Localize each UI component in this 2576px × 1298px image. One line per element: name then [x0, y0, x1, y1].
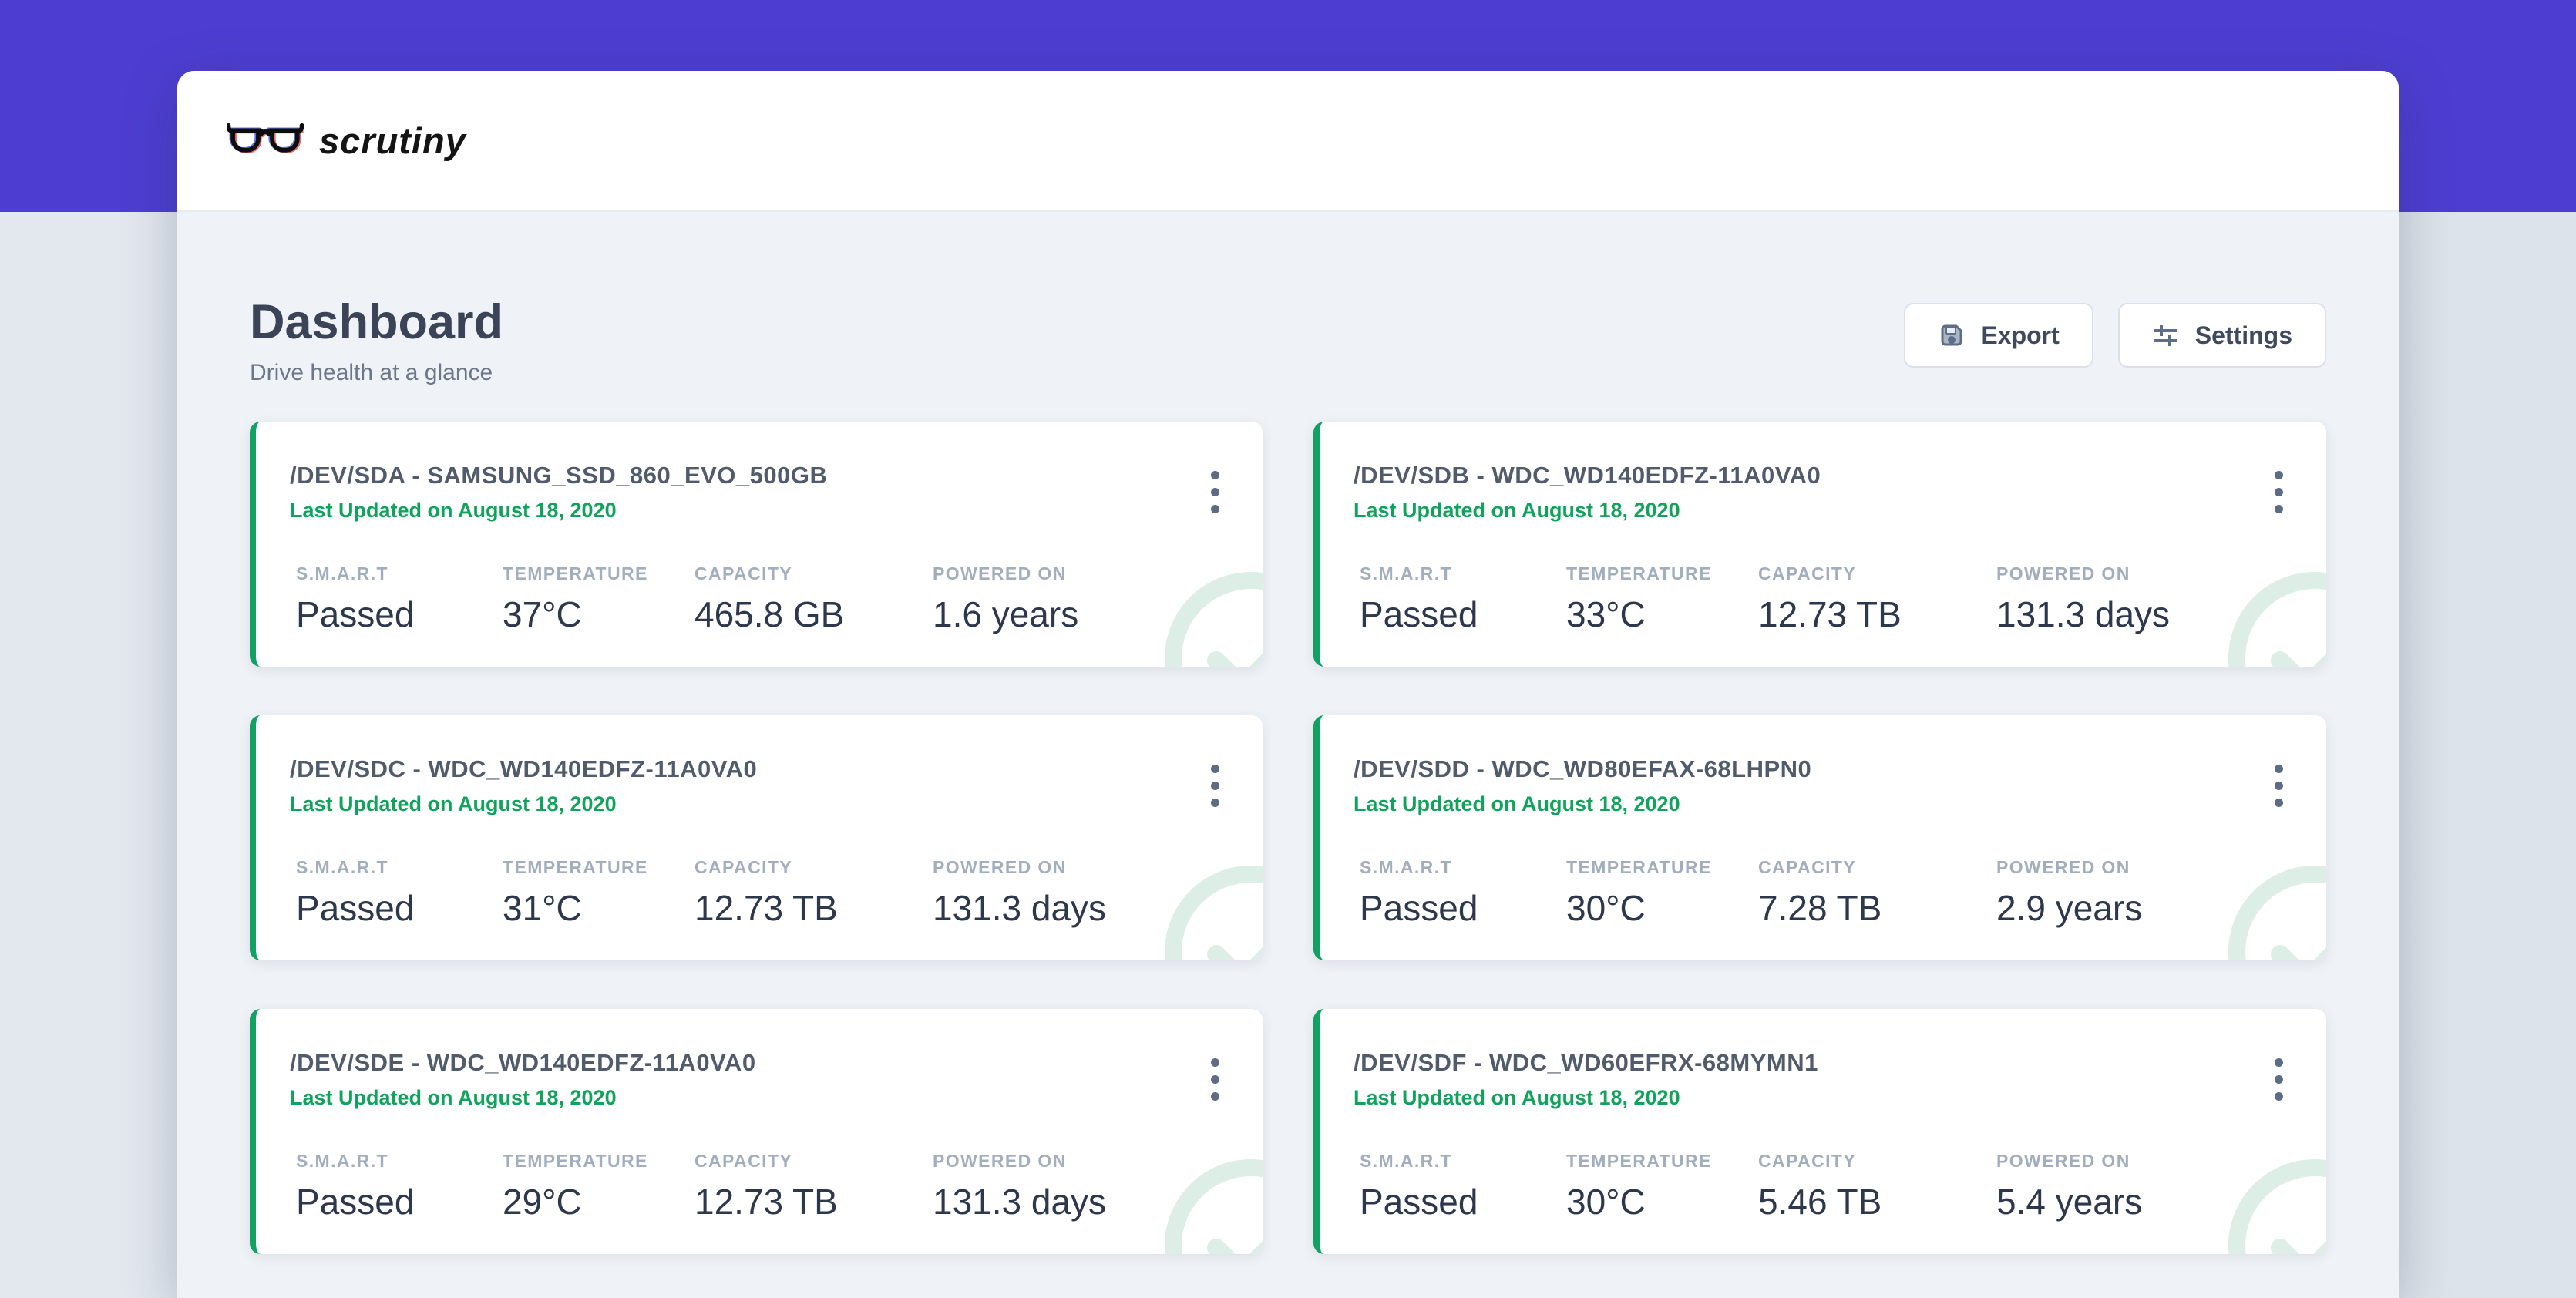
glasses-icon — [227, 121, 304, 160]
page-head-text: Dashboard Drive health at a glance — [250, 297, 503, 386]
drive-card-sdf[interactable]: /DEV/SDF - WDC_WD60EFRX-68MYMN1 Last Upd… — [1313, 1009, 2326, 1254]
page-subtitle: Drive health at a glance — [250, 360, 503, 386]
drive-card-sdb[interactable]: /DEV/SDB - WDC_WD140EDFZ-11A0VA0 Last Up… — [1313, 422, 2326, 667]
stat-powered-on: POWERED ON 131.3 days — [933, 857, 1263, 929]
scrutiny-app: scrutiny Dashboard Drive health at a gla… — [0, 0, 2576, 1298]
card-menu-button[interactable] — [2270, 466, 2288, 518]
stat-temperature: TEMPERATURE 30°C — [1566, 1151, 1758, 1222]
drive-last-updated: Last Updated on August 18, 2020 — [1320, 783, 2326, 816]
stat-temperature: TEMPERATURE 30°C — [1566, 857, 1758, 929]
stat-temperature: TEMPERATURE 29°C — [503, 1151, 694, 1222]
main-panel: scrutiny Dashboard Drive health at a gla… — [177, 71, 2399, 1298]
dashboard-content: Dashboard Drive health at a glance Expor… — [177, 212, 2399, 1254]
drive-last-updated: Last Updated on August 18, 2020 — [256, 1077, 1263, 1110]
drive-title: /DEV/SDB - WDC_WD140EDFZ-11A0VA0 — [1320, 422, 2326, 489]
save-icon — [1938, 321, 1966, 349]
stat-powered-on: POWERED ON 131.3 days — [1996, 563, 2326, 635]
stat-powered-on: POWERED ON 1.6 years — [933, 563, 1263, 635]
stat-temperature: TEMPERATURE 37°C — [503, 563, 694, 635]
drive-last-updated: Last Updated on August 18, 2020 — [1320, 1077, 2326, 1110]
stat-temperature: TEMPERATURE 33°C — [1566, 563, 1758, 635]
drive-stats: S.M.A.R.T Passed TEMPERATURE 37°C CAPACI… — [296, 563, 1263, 635]
drive-card-grid: /DEV/SDA - SAMSUNG_SSD_860_EVO_500GB Las… — [250, 422, 2326, 1254]
page-head: Dashboard Drive health at a glance Expor… — [250, 212, 2326, 386]
stat-powered-on: POWERED ON 5.4 years — [1996, 1151, 2326, 1222]
drive-stats: S.M.A.R.T Passed TEMPERATURE 33°C CAPACI… — [1360, 563, 2326, 635]
stat-smart: S.M.A.R.T Passed — [296, 857, 503, 929]
brand-name: scrutiny — [319, 119, 466, 162]
stat-capacity: CAPACITY 5.46 TB — [1758, 1151, 1996, 1222]
export-label: Export — [1981, 321, 2059, 350]
app-header: scrutiny — [177, 71, 2399, 212]
drive-card-sda[interactable]: /DEV/SDA - SAMSUNG_SSD_860_EVO_500GB Las… — [250, 422, 1263, 667]
sliders-icon — [2152, 321, 2180, 349]
page-title: Dashboard — [250, 297, 503, 348]
stat-powered-on: POWERED ON 131.3 days — [933, 1151, 1263, 1222]
brand-logo: scrutiny — [227, 119, 466, 162]
card-menu-button[interactable] — [1206, 466, 1224, 518]
drive-last-updated: Last Updated on August 18, 2020 — [256, 783, 1263, 816]
stat-temperature: TEMPERATURE 31°C — [503, 857, 694, 929]
settings-label: Settings — [2195, 321, 2292, 350]
settings-button[interactable]: Settings — [2118, 303, 2326, 368]
drive-stats: S.M.A.R.T Passed TEMPERATURE 30°C CAPACI… — [1360, 857, 2326, 929]
drive-title: /DEV/SDA - SAMSUNG_SSD_860_EVO_500GB — [256, 422, 1263, 489]
drive-last-updated: Last Updated on August 18, 2020 — [1320, 489, 2326, 523]
export-button[interactable]: Export — [1904, 303, 2093, 368]
drive-title: /DEV/SDE - WDC_WD140EDFZ-11A0VA0 — [256, 1009, 1263, 1077]
stat-smart: S.M.A.R.T Passed — [1360, 857, 1566, 929]
stat-smart: S.M.A.R.T Passed — [1360, 1151, 1566, 1222]
stat-capacity: CAPACITY 7.28 TB — [1758, 857, 1996, 929]
stat-smart: S.M.A.R.T Passed — [1360, 563, 1566, 635]
drive-stats: S.M.A.R.T Passed TEMPERATURE 30°C CAPACI… — [1360, 1151, 2326, 1222]
drive-card-sdd[interactable]: /DEV/SDD - WDC_WD80EFAX-68LHPN0 Last Upd… — [1313, 715, 2326, 960]
drive-title: /DEV/SDD - WDC_WD80EFAX-68LHPN0 — [1320, 715, 2326, 783]
stat-capacity: CAPACITY 12.73 TB — [1758, 563, 1996, 635]
drive-title: /DEV/SDC - WDC_WD140EDFZ-11A0VA0 — [256, 715, 1263, 783]
drive-title: /DEV/SDF - WDC_WD60EFRX-68MYMN1 — [1320, 1009, 2326, 1077]
card-menu-button[interactable] — [1206, 1054, 1224, 1105]
stat-capacity: CAPACITY 465.8 GB — [694, 563, 933, 635]
drive-stats: S.M.A.R.T Passed TEMPERATURE 29°C CAPACI… — [296, 1151, 1263, 1222]
drive-card-sde[interactable]: /DEV/SDE - WDC_WD140EDFZ-11A0VA0 Last Up… — [250, 1009, 1263, 1254]
stat-powered-on: POWERED ON 2.9 years — [1996, 857, 2326, 929]
drive-last-updated: Last Updated on August 18, 2020 — [256, 489, 1263, 523]
stat-capacity: CAPACITY 12.73 TB — [694, 857, 933, 929]
stat-smart: S.M.A.R.T Passed — [296, 563, 503, 635]
drive-card-sdc[interactable]: /DEV/SDC - WDC_WD140EDFZ-11A0VA0 Last Up… — [250, 715, 1263, 960]
card-menu-button[interactable] — [1206, 760, 1224, 812]
stat-capacity: CAPACITY 12.73 TB — [694, 1151, 933, 1222]
card-menu-button[interactable] — [2270, 1054, 2288, 1105]
drive-stats: S.M.A.R.T Passed TEMPERATURE 31°C CAPACI… — [296, 857, 1263, 929]
toolbar: Export Settings — [1904, 303, 2326, 368]
stat-smart: S.M.A.R.T Passed — [296, 1151, 503, 1222]
card-menu-button[interactable] — [2270, 760, 2288, 812]
